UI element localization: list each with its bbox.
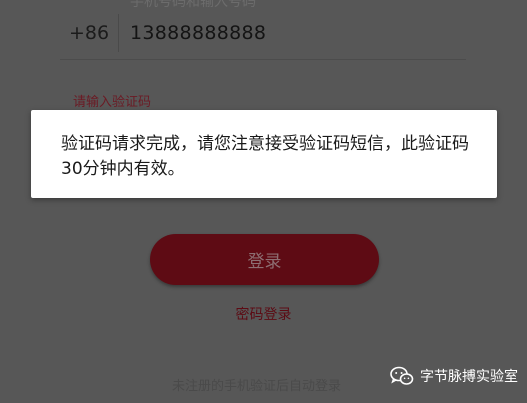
login-screen: 手机号码和输入号码 +86 13888888888 请输入验证码 登录 密码登录… (0, 0, 527, 403)
login-button[interactable]: 登录 (150, 234, 379, 285)
watermark-text: 字节脉搏实验室 (420, 369, 518, 385)
verification-code-input[interactable]: 请输入验证码 (73, 91, 151, 110)
toast-dialog: 验证码请求完成，请您注意接受验证码短信，此验证码30分钟内有效。 (31, 110, 497, 198)
toast-message: 验证码请求完成，请您注意接受验证码短信，此验证码30分钟内有效。 (61, 134, 469, 179)
password-login-link[interactable]: 密码登录 (0, 304, 527, 324)
auto-register-note: 未注册的手机验证后自动登录 (172, 379, 342, 394)
phone-number-input[interactable]: 13888888888 (130, 22, 266, 44)
wechat-icon (390, 366, 414, 385)
phone-divider (118, 14, 119, 52)
phone-input-row: +86 13888888888 (0, 0, 527, 60)
watermark: 字节脉搏实验室 (390, 366, 518, 386)
phone-underline (60, 59, 466, 60)
country-code-selector[interactable]: +86 (69, 22, 109, 44)
